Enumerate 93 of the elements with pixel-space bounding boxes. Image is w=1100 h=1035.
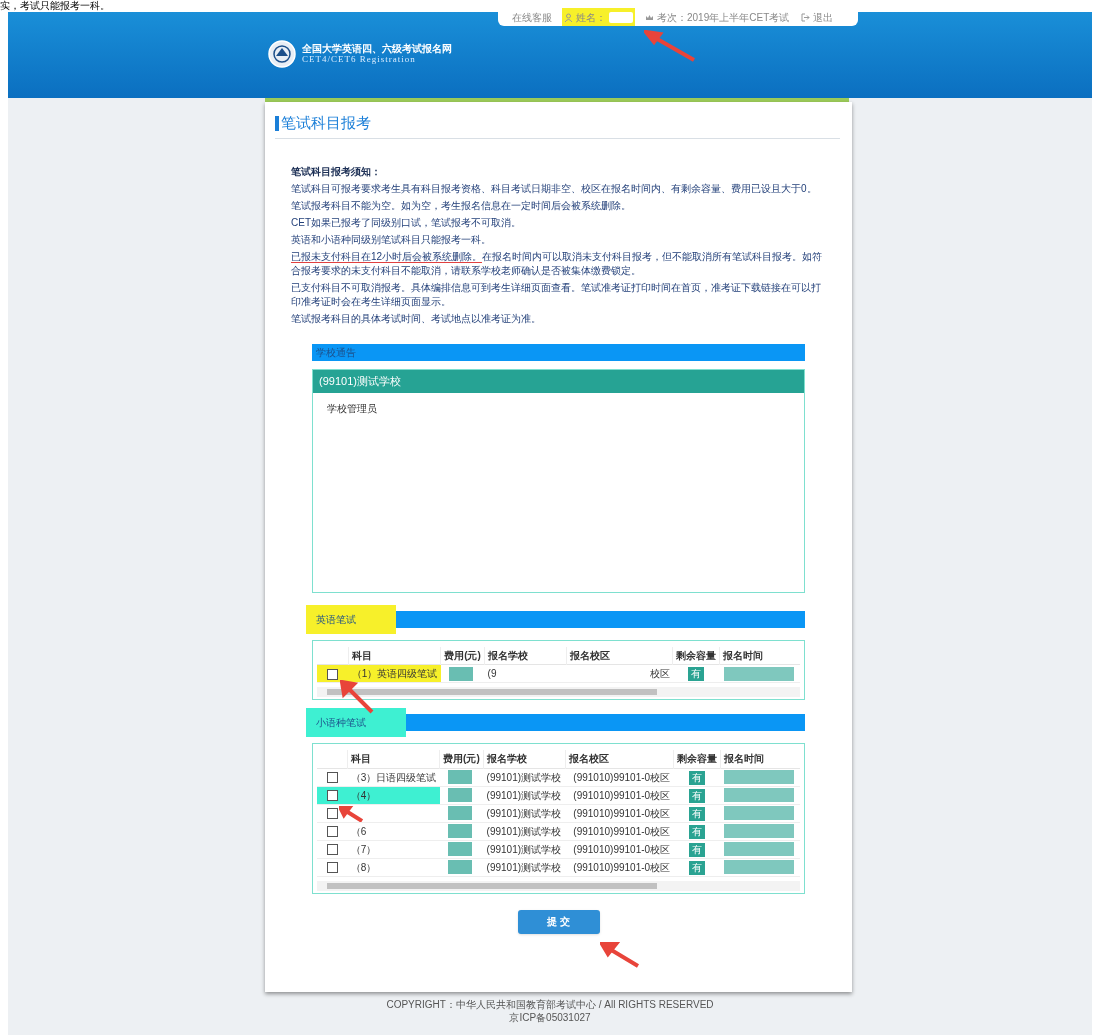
column-header: 报名校区 [566,646,673,665]
horizontal-scrollbar[interactable] [317,880,800,891]
column-header: 报名校区 [565,750,674,768]
annotation-arrow [339,806,363,822]
column-header: 费用(元) [440,646,485,665]
capacity-badge: 有 [688,860,705,875]
site-title: 全国大学英语四、六级考试报名网 [302,43,452,54]
capacity-badge: 有 [688,770,705,785]
session-label: 考次：2019年上半年CET考试 [657,10,790,25]
site-subtitle: CET4/CET6 Registration [302,54,417,65]
table-cell: (9 [487,668,497,679]
column-header: 报名时间 [720,750,800,768]
column-header: 费用(元) [439,750,484,768]
table-cell: （1）英语四级笔试 [351,668,438,679]
column-header: 报名学校 [484,646,566,665]
table-cell: (99101)测试学校 [486,843,562,855]
notice-paragraph: 已支付科目不可取消报考。具体编排信息可到考生详细页面查看。笔试准考证打印时间在首页，准考证下载链接在可以打印准考证时会在考生详细页面显示。 [291,280,822,309]
redaction-mark [724,770,795,784]
column-header: 剩余容量 [673,646,720,665]
redaction-mark [724,788,795,802]
notice-paragraph: 已报未支付科目在12小时后会被系统删除。在报名时间内可以取消未支付科目报考，但不能取消所有笔试科目报考。如符合报考要求的未支付科目不能取消，请联系学校老师确认是否被集体缴费锁定。 [291,249,824,278]
submit-button[interactable]: 提 交 [517,909,600,934]
redaction-mark [447,824,472,838]
section-header: 学校通告 [312,343,805,361]
page-title: 笔试科目报考 [281,113,371,133]
notice-paragraph: 英语和小语种同级别笔试科目只能报考一科。 [291,232,492,247]
table-cell: （4） [350,789,377,801]
notice-paragraph: 笔试科目可报考要求考生具有科目报考资格、科目考试日期非空、校区在报名时间内、有剩余容量、费用已设且大于0。 [291,181,818,196]
footer-text: 京ICP备05031027 [509,1011,591,1024]
name-label: 姓名： [576,10,606,25]
redaction-mark [724,666,794,681]
column-header: 报名时间 [720,646,800,665]
capacity-badge: 有 [688,824,705,839]
table-cell: (991010)99101-0校区 [573,789,671,801]
table-cell: (991010)99101-0校区 [573,771,671,783]
notice-body: 学校管理员 [327,401,378,416]
notice-heading: 笔试科目报考须知： [291,164,382,179]
table-cell: （7） [350,843,377,855]
caption-text: 实，考试只能报考一科。 [0,0,110,12]
logout-link[interactable]: 退出 [813,9,834,25]
table-cell: （6 [350,825,367,837]
school-name: (99101)测试学校 [313,369,804,393]
crown-icon [645,12,654,22]
redaction-mark [447,842,472,856]
redaction-mark [447,770,472,784]
redaction-mark [724,860,795,874]
redaction-mark [447,860,472,874]
logo-emblem-icon [268,40,296,68]
table-cell: (99101)测试学校 [486,789,562,801]
annotation-arrow [600,942,640,968]
notice-paragraph: 笔试报考科目的具体考试时间、考试地点以准考证为准。 [291,311,542,326]
table-cell: (99101)测试学校 [486,807,562,819]
redaction-mark [724,842,795,856]
capacity-badge: 有 [688,667,705,681]
horizontal-scrollbar[interactable] [317,687,800,697]
table-cell: (991010)99101-0校区 [573,825,671,837]
notice-paragraph: CET如果已报考了同级别口试，笔试报考不可取消。 [291,215,522,230]
table-cell: (991010)99101-0校区 [573,807,671,819]
column-header: 科目 [347,750,440,768]
logout-icon [801,12,811,22]
capacity-badge: 有 [688,842,705,857]
table-cell: (99101)测试学校 [486,771,562,783]
footer-text: COPYRIGHT：中华人民共和国教育部考试中心 / All RIGHTS RESERVED [386,998,714,1011]
column-header: 报名学校 [483,750,566,768]
checkbox[interactable] [327,668,339,680]
table-cell: （8） [350,861,377,873]
checkbox[interactable] [326,790,338,802]
table-cell: 校区 [650,668,670,679]
support-link[interactable]: 在线客服 [512,9,552,25]
table-cell: (99101)测试学校 [486,825,562,837]
annotation-arrow [340,680,374,714]
checkbox[interactable] [326,862,338,874]
table-cell: （3）日语四级笔试 [350,771,437,783]
notice-paragraph: 笔试报考科目不能为空。如为空，考生报名信息在一定时间后会被系统删除。 [291,198,632,213]
table-cell: (991010)99101-0校区 [573,843,671,855]
checkbox[interactable] [326,808,338,820]
checkbox[interactable] [326,826,338,838]
user-icon [564,12,573,22]
capacity-badge: 有 [688,788,705,803]
checkbox[interactable] [326,772,338,784]
redaction-mark [724,806,795,820]
table-cell: (991010)99101-0校区 [573,861,671,873]
annotation-arrow [644,30,696,62]
table-cell: (99101)测试学校 [486,861,562,873]
redaction-mark [724,824,795,838]
column-header: 剩余容量 [673,750,721,768]
name-field [609,11,633,23]
redaction-mark [447,806,472,820]
checkbox[interactable] [326,844,338,856]
redaction-mark [448,666,473,681]
capacity-badge: 有 [688,806,705,821]
redaction-mark [447,788,472,802]
column-header: 科目 [348,646,441,665]
